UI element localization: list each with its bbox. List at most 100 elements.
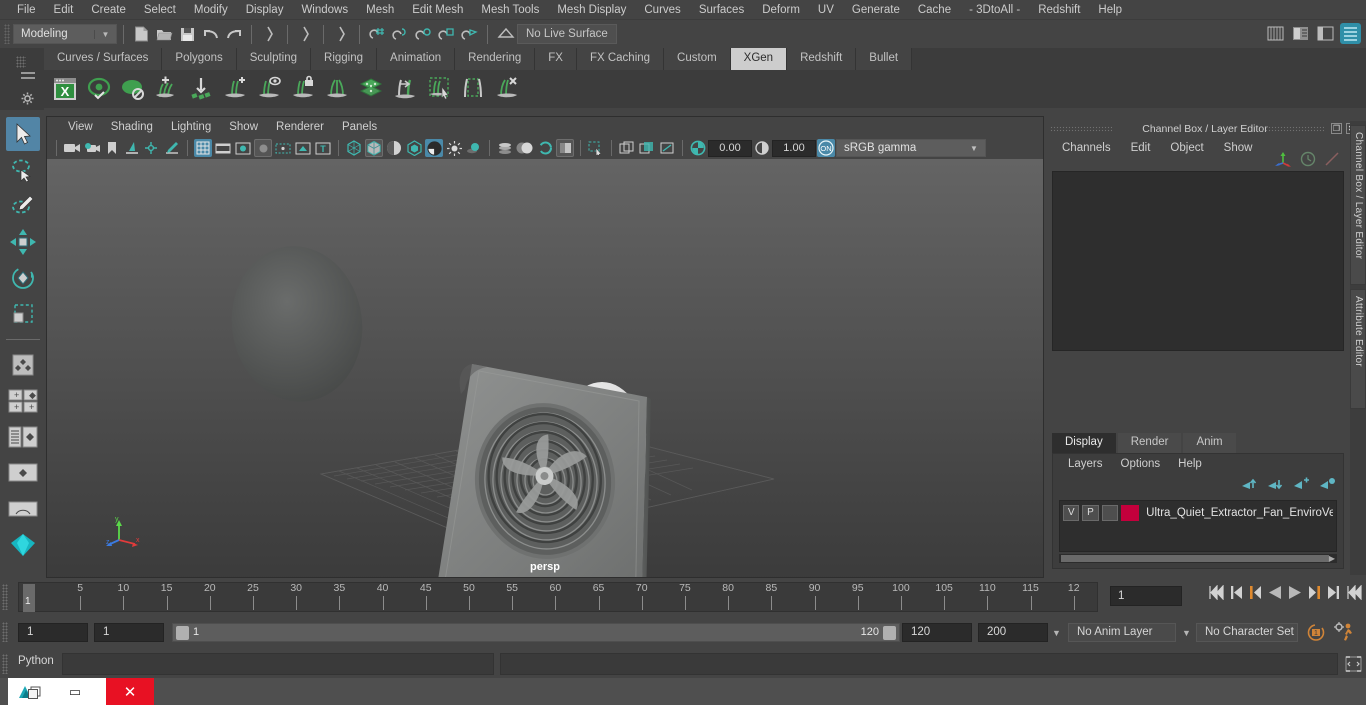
grid-toggle-icon[interactable] xyxy=(194,139,212,157)
xgen-editor-icon[interactable]: X xyxy=(48,72,82,106)
show-hide-tool-settings-icon[interactable] xyxy=(1315,23,1336,44)
select-by-object-icon[interactable] xyxy=(295,24,316,45)
xray-joints-icon[interactable]: T xyxy=(314,139,332,157)
viewport-menu-lighting[interactable]: Lighting xyxy=(162,121,220,133)
range-slider-grip[interactable] xyxy=(2,622,8,642)
layer-menu-layers[interactable]: Layers xyxy=(1059,458,1112,470)
menu-mesh-tools[interactable]: Mesh Tools xyxy=(472,0,548,20)
show-hide-channel-box-icon[interactable] xyxy=(1340,23,1361,44)
move-tool[interactable] xyxy=(6,225,40,259)
shelf-tab-xgen[interactable]: XGen xyxy=(730,48,788,70)
undo-icon[interactable] xyxy=(200,24,221,45)
channel-box-menu-channels[interactable]: Channels xyxy=(1052,142,1121,154)
panel-grip-right[interactable] xyxy=(1262,126,1324,132)
motion-blur-icon[interactable] xyxy=(516,139,534,157)
last-tool-used[interactable] xyxy=(6,348,40,382)
resolution-gate-icon[interactable] xyxy=(234,139,252,157)
isolate-select-icon[interactable] xyxy=(587,139,605,157)
film-origin-icon[interactable] xyxy=(274,139,292,157)
time-slider-grip[interactable] xyxy=(2,584,8,610)
shaded-textured-icon[interactable] xyxy=(385,139,403,157)
layer-menu-options[interactable]: Options xyxy=(1112,458,1170,470)
step-forward-keyframe-icon[interactable] xyxy=(1327,585,1340,603)
shelf-menu-icon[interactable] xyxy=(21,72,35,74)
gamma-control-icon[interactable] xyxy=(753,139,771,157)
paint-select-tool[interactable] xyxy=(6,189,40,223)
snap-to-view-plane-icon[interactable] xyxy=(459,24,480,45)
layer-tab-anim[interactable]: Anim xyxy=(1183,433,1236,453)
menu-redshift[interactable]: Redshift xyxy=(1029,0,1089,20)
shelf-grip[interactable] xyxy=(16,56,26,68)
undock-icon[interactable]: ❐ xyxy=(1331,123,1342,134)
menu-windows[interactable]: Windows xyxy=(292,0,357,20)
axis-gizmo-icon[interactable] xyxy=(1275,151,1292,170)
snap-to-projected-center-icon[interactable] xyxy=(436,24,457,45)
layer-list[interactable]: V P Ultra_Quiet_Extractor_Fan_EnviroVen xyxy=(1059,500,1337,552)
menu-mesh-display[interactable]: Mesh Display xyxy=(548,0,635,20)
single-perspective-view-icon[interactable] xyxy=(6,492,40,526)
select-by-hierarchy-icon[interactable] xyxy=(259,24,280,45)
use-all-lights-icon[interactable] xyxy=(405,139,423,157)
guide-strand-icon[interactable] xyxy=(320,72,354,106)
save-scene-icon[interactable] xyxy=(177,24,198,45)
select-by-component-icon[interactable] xyxy=(331,24,352,45)
go-to-start-icon[interactable] xyxy=(1208,584,1224,603)
menu-deform[interactable]: Deform xyxy=(753,0,809,20)
chevron-down-icon[interactable]: ▼ xyxy=(94,29,116,39)
close-window-button[interactable]: ✕ xyxy=(106,678,154,705)
xray-icon[interactable] xyxy=(618,139,636,157)
channel-box-menu-object[interactable]: Object xyxy=(1160,142,1213,154)
menu-edit-mesh[interactable]: Edit Mesh xyxy=(403,0,472,20)
density-map-icon[interactable] xyxy=(354,72,388,106)
region-select-icon[interactable] xyxy=(456,72,490,106)
animation-start-time-field[interactable]: 1 xyxy=(18,623,88,642)
lock-guides-icon[interactable] xyxy=(286,72,320,106)
panel-grip-left[interactable] xyxy=(1050,126,1112,132)
two-d-pan-zoom-icon[interactable] xyxy=(143,139,161,157)
viewport-menu-renderer[interactable]: Renderer xyxy=(267,121,333,133)
chevron-down-icon[interactable]: ▼ xyxy=(1052,628,1061,638)
gate-mask-icon[interactable] xyxy=(254,139,272,157)
layer-tab-display[interactable]: Display xyxy=(1052,433,1116,453)
menu-help[interactable]: Help xyxy=(1089,0,1131,20)
redo-icon[interactable] xyxy=(223,24,244,45)
shelf-tab-polygons[interactable]: Polygons xyxy=(162,48,237,70)
exposure-control-icon[interactable] xyxy=(689,139,707,157)
delete-guides-icon[interactable] xyxy=(490,72,524,106)
channel-box-menu-edit[interactable]: Edit xyxy=(1121,142,1161,154)
camera-attributes-icon[interactable] xyxy=(83,139,101,157)
new-layer-from-selected-icon[interactable] xyxy=(1319,477,1335,494)
shelf-tab-fx[interactable]: FX xyxy=(535,48,577,70)
menu-surfaces[interactable]: Surfaces xyxy=(690,0,753,20)
show-hide-modeling-toolkit-icon[interactable] xyxy=(1265,23,1286,44)
shelf-tab-bullet[interactable]: Bullet xyxy=(856,48,913,70)
snap-to-point-icon[interactable] xyxy=(413,24,434,45)
scale-tool[interactable] xyxy=(6,297,40,331)
go-to-end-icon[interactable] xyxy=(1346,584,1362,603)
select-camera-icon[interactable] xyxy=(63,139,81,157)
playback-start-time-field[interactable]: 1 xyxy=(94,623,164,642)
move-layer-up-icon[interactable] xyxy=(1241,477,1257,494)
viewport-menu-show[interactable]: Show xyxy=(220,121,267,133)
scrollbar-thumb[interactable] xyxy=(1061,555,1329,562)
persp-graph-layout-icon[interactable] xyxy=(6,456,40,490)
layer-name[interactable]: Ultra_Quiet_Extractor_Fan_EnviroVen xyxy=(1142,507,1333,519)
four-view-layout-icon[interactable]: + ◆ + + xyxy=(6,384,40,418)
menu-create[interactable]: Create xyxy=(82,0,135,20)
move-layer-down-icon[interactable] xyxy=(1267,477,1283,494)
exposure-field[interactable]: 0.00 xyxy=(708,139,752,157)
shelf-tab-custom[interactable]: Custom xyxy=(664,48,731,70)
preview-hidden-icon[interactable] xyxy=(116,72,150,106)
menu-file[interactable]: File xyxy=(8,0,45,20)
step-forward-frame-icon[interactable] xyxy=(1308,585,1321,603)
chevron-down-icon[interactable]: ▼ xyxy=(963,144,985,153)
command-line-grip[interactable] xyxy=(2,654,8,674)
screen-space-ao-icon[interactable] xyxy=(496,139,514,157)
depth-of-field-icon[interactable] xyxy=(556,139,574,157)
shelf-tab-fx-caching[interactable]: FX Caching xyxy=(576,48,665,70)
texture-toggle-icon[interactable] xyxy=(425,139,443,157)
xray-active-components-icon[interactable] xyxy=(638,139,656,157)
menu-select[interactable]: Select xyxy=(135,0,185,20)
restore-window-button[interactable]: ▭ xyxy=(52,684,98,700)
time-slider-track[interactable]: 1 5 10 15 20 25 30 35 40 45 50 55 60 65 70 75 80 85 90 95 1… xyxy=(18,582,1098,612)
